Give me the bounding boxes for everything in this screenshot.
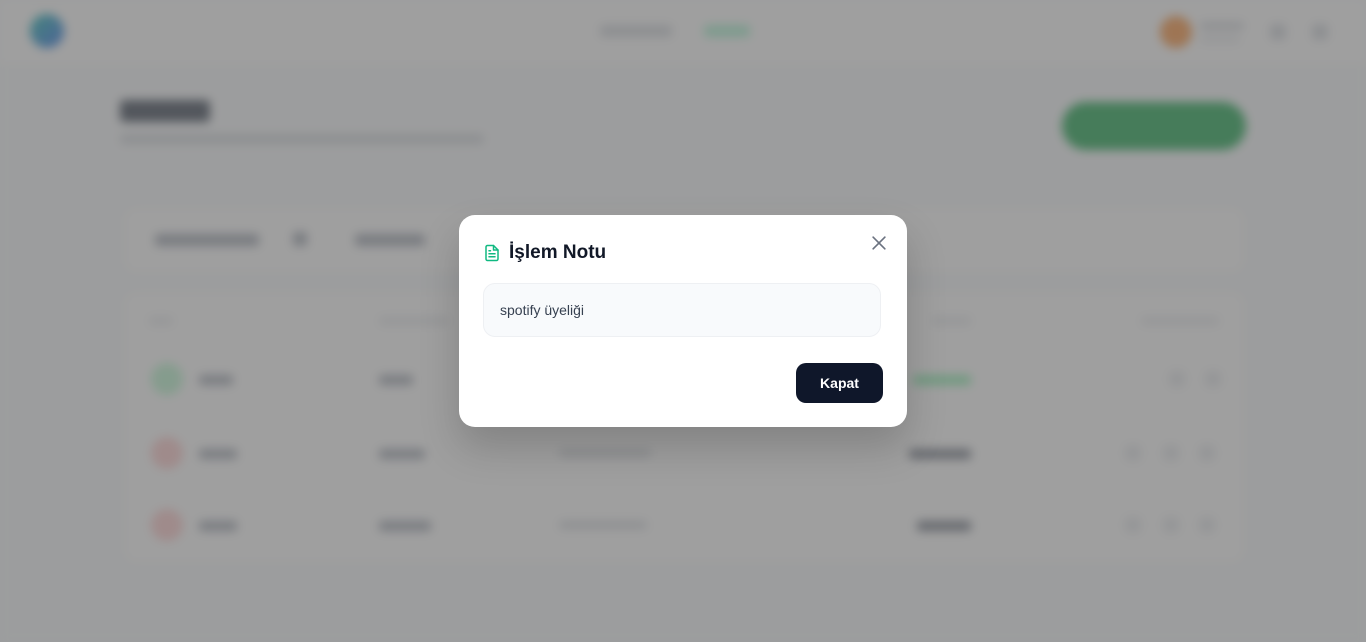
modal-title: İşlem Notu: [509, 242, 607, 263]
transaction-note-modal: İşlem Notu spotify üyeliği Kapat: [459, 215, 907, 427]
close-icon[interactable]: [867, 231, 891, 255]
modal-header: İşlem Notu: [483, 241, 606, 265]
note-content: spotify üyeliği: [483, 283, 881, 337]
file-text-icon: [483, 244, 501, 262]
close-button[interactable]: Kapat: [796, 363, 883, 403]
